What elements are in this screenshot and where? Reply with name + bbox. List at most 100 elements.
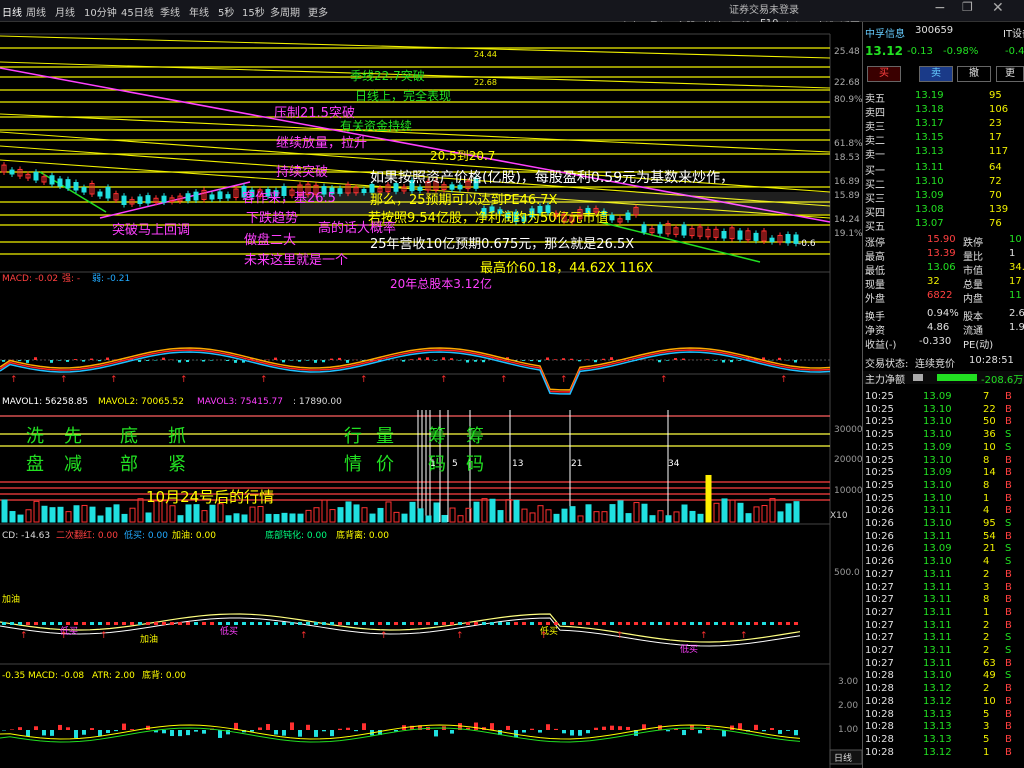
indicator-tick: [498, 622, 502, 625]
macd-bar: [730, 360, 733, 363]
volume-annotation: 先: [64, 426, 82, 447]
restore-icon[interactable]: ❐: [962, 0, 973, 14]
tick-side: S: [1005, 441, 1012, 453]
candle-body: [641, 224, 647, 233]
indicator-bar: [754, 724, 758, 730]
period-weekly[interactable]: 周线: [26, 4, 46, 19]
macd-bar: [106, 357, 109, 360]
indicator-tick: [42, 622, 46, 625]
ind4-axis-2: 2.00: [838, 701, 858, 711]
buy-button[interactable]: 买: [867, 66, 901, 82]
period-year[interactable]: 年线: [189, 4, 209, 19]
macd-bar: [98, 360, 101, 362]
indicator-bar: [98, 730, 102, 737]
indicator-tick: [130, 622, 134, 625]
period-daily[interactable]: 日线: [2, 4, 22, 19]
candle-body: [73, 182, 79, 191]
indicator-tick: [378, 622, 382, 625]
indicator-bar: [666, 730, 670, 732]
tick-price: 13.12: [923, 746, 952, 758]
volume-bar: [617, 500, 624, 523]
period-15s[interactable]: 15秒: [242, 4, 265, 19]
price-axis-tick: 14.24: [834, 215, 860, 225]
volume-bar: [425, 515, 432, 523]
period-45day[interactable]: 45日线: [121, 4, 154, 19]
macd-bar: [58, 360, 61, 361]
indicator-bar: [794, 730, 798, 736]
period-5s[interactable]: 5秒: [218, 4, 234, 19]
period-quarter[interactable]: 季线: [160, 4, 180, 19]
indicator-tick: [138, 622, 142, 625]
period-10min[interactable]: 10分钟: [84, 4, 117, 19]
tick-side: S: [1005, 429, 1012, 441]
tick-time: 10:25: [865, 454, 894, 466]
tick-side: B: [1005, 568, 1012, 580]
period-more[interactable]: 更多: [308, 4, 328, 19]
tick-price: 13.10: [923, 403, 952, 415]
sell-button[interactable]: 卖: [919, 66, 953, 82]
main-flow-value: -208.6万: [981, 375, 1024, 386]
stat-row: 现量 32 总量 17: [863, 276, 1024, 291]
tick-row: 10:27 13.11 2 B: [863, 569, 1024, 582]
ask-price: 13.18: [915, 104, 944, 115]
tick-price: 13.11: [923, 581, 952, 593]
period-toolbar: 日线 周线 月线 10分钟 45日线 季线 年线 5秒 15秒 多周期 更多 证…: [0, 0, 1024, 33]
period-multi[interactable]: 多周期: [270, 4, 300, 19]
close-icon[interactable]: ✕: [992, 0, 1004, 16]
macd-bar: [594, 360, 597, 363]
indicator-tick: [242, 622, 246, 625]
more-trade-button[interactable]: 更: [996, 66, 1024, 82]
indicator-bar: [50, 730, 54, 736]
stat-row: 外盘 6822 内盘 11: [863, 290, 1024, 305]
period-monthly[interactable]: 月线: [55, 4, 75, 19]
indicator-bar: [90, 728, 94, 730]
ask-label: 卖五: [865, 94, 885, 105]
chart-area[interactable]: 季线22.7突破日线上，完全表现压制21.5突破有关资金持续继续放量，拉升20.…: [0, 22, 862, 768]
stat-value: 4.86: [927, 322, 950, 333]
indicator-bar: [202, 730, 206, 734]
tick-row: 10:26 13.10 95 S: [863, 518, 1024, 531]
tick-row: 10:27 13.11 8 B: [863, 594, 1024, 607]
buy-arrow-icon: ↑: [440, 375, 448, 385]
volume-bar: [785, 503, 792, 523]
volume-bar: [569, 506, 576, 523]
tick-side: B: [1005, 721, 1012, 733]
volume-bar: [689, 510, 696, 523]
minimize-icon[interactable]: −: [934, 0, 946, 16]
stat-label-2: PE(动): [963, 340, 994, 351]
stat-label-2: 量比: [963, 252, 983, 263]
volume-bar: [337, 507, 344, 523]
indicator-tick: [354, 622, 358, 625]
stat-label: 净资: [865, 326, 885, 337]
indicator-tick: [90, 622, 94, 625]
bid-label: 买三: [865, 194, 885, 205]
volume-bar: [777, 511, 784, 523]
macd-bar: [202, 360, 205, 362]
tick-row: 10:28 13.13 3 B: [863, 721, 1024, 734]
tick-time: 10:27: [865, 606, 894, 618]
macd-weak: 弱: -0.21: [92, 273, 130, 284]
macd-bar: [474, 360, 477, 362]
indicator-tick: [786, 622, 790, 625]
cancel-button[interactable]: 撤: [957, 66, 991, 82]
volume-bar: [265, 513, 272, 523]
buy-arrow-icon: ↑: [560, 375, 568, 385]
buy-arrow-icon: ↑: [300, 631, 308, 641]
tick-time: 10:26: [865, 505, 894, 517]
indicator-tick: [570, 622, 574, 625]
candle-body: [417, 186, 423, 191]
tick-price: 13.10: [923, 479, 952, 491]
bottom-tab-daily[interactable]: 日线: [834, 752, 852, 764]
tick-side: B: [1005, 403, 1012, 415]
candle-body: [721, 230, 727, 239]
tick-side: B: [1005, 581, 1012, 593]
tick-time: 10:28: [865, 708, 894, 720]
indicator-bar: [570, 730, 574, 736]
indicator-bar: [322, 730, 326, 732]
candle-body: [33, 171, 39, 181]
volume-bar: [585, 504, 592, 523]
tick-side: B: [1005, 505, 1012, 517]
candle-body: [137, 196, 143, 204]
tick-side: B: [1005, 391, 1012, 402]
price-level-24: 24.44: [474, 50, 497, 59]
